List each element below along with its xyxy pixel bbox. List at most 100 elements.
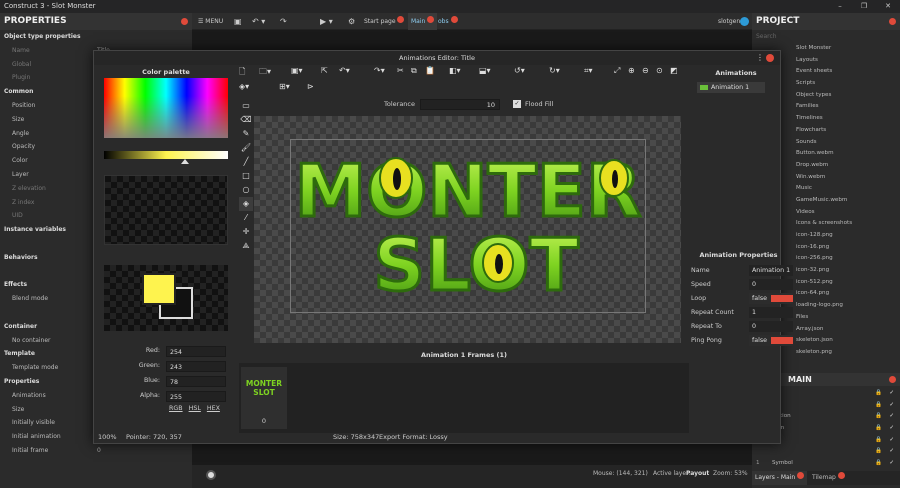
visibility-check-icon[interactable]: ✓ [889,423,894,435]
visibility-check-icon[interactable]: ✓ [889,446,894,458]
swatch-grid[interactable] [104,175,228,245]
lock-icon[interactable]: 🔒 [875,388,882,400]
project-close-icon[interactable] [889,18,896,25]
redo-icon[interactable]: ↷ [280,13,287,30]
boolean-toggle[interactable] [771,337,793,344]
undo-edit-icon[interactable]: ↶▾ [339,66,350,75]
visibility-check-icon[interactable]: ✓ [889,435,894,447]
rgba-input[interactable]: 243 [166,361,226,372]
rotate-right-icon[interactable]: ↻▾ [549,66,560,75]
visibility-check-icon[interactable]: ✓ [889,411,894,423]
line-tool-icon[interactable]: ╱ [239,155,253,169]
paste-icon[interactable]: 📋 [425,66,435,75]
tab-layers-main[interactable]: Layers - Main [752,471,808,485]
property-section[interactable]: Object type properties [0,30,192,44]
anim-prop-value[interactable]: 1 [749,307,793,318]
tolerance-input[interactable]: 10 [420,99,500,110]
visibility-check-icon[interactable]: ✓ [889,458,894,470]
layer-row[interactable]: 1 Symbol 🔒 ✓ [752,458,900,470]
debug-icon[interactable]: ⚙ [348,13,355,30]
property-value[interactable]: 0 [97,444,101,458]
zoom-in-icon[interactable]: ⊕ [628,66,635,75]
record-icon[interactable] [206,470,216,480]
lock-icon[interactable]: 🔒 [875,423,882,435]
lock-icon[interactable]: 🔒 [875,411,882,423]
property-label: Initial frame [12,446,49,454]
anim-prop-value[interactable]: 0 [749,321,793,332]
zoom-fit-icon[interactable]: ⊙ [656,66,663,75]
copy-icon[interactable]: ⧉ [411,66,417,76]
dialog-close-button[interactable] [766,54,774,62]
save-icon[interactable]: ▣ [234,13,242,30]
rgba-label: Blue: [143,377,160,384]
rgba-input[interactable]: 78 [166,376,226,387]
tab-start-page[interactable]: Start page [364,13,405,30]
lock-icon[interactable]: 🔒 [875,446,882,458]
color-spectrum[interactable] [104,78,228,138]
rgba-input[interactable]: 254 [166,346,226,357]
play-icon[interactable]: ▶ ▾ [320,13,333,30]
project-search-input[interactable]: Search [752,30,900,43]
boolean-toggle[interactable] [771,295,793,302]
menu-button[interactable]: ☰ MENU [198,13,223,30]
color-picker-tool-icon[interactable]: ⁄ [239,211,253,225]
image-canvas[interactable]: MONTER SLOT [254,116,681,343]
visibility-check-icon[interactable]: ✓ [889,400,894,412]
save-image-icon[interactable]: ▣▾ [291,66,303,75]
export-icon[interactable]: ⇱ [321,66,328,75]
layers-close-icon[interactable] [889,376,896,383]
flip-vertical-icon[interactable]: ⬓▾ [479,66,491,75]
mesh-tool-icon[interactable]: ⟁ [239,239,253,253]
brightness-slider[interactable] [104,151,228,159]
minimize-button[interactable]: – [828,0,852,13]
close-window-button[interactable]: ✕ [876,0,900,13]
layer-row[interactable]: 🔒 ✓ [752,446,900,458]
primary-color-swatch[interactable] [142,273,176,305]
eraser-tool-icon[interactable]: ⌫ [239,113,253,127]
more-options-icon[interactable]: ⋮ [756,53,764,62]
user-avatar[interactable] [740,17,749,26]
rotate-left-icon[interactable]: ↺▾ [514,66,525,75]
maximize-button[interactable]: ❐ [852,0,876,13]
animation-list-item[interactable]: Animation 1 [697,82,765,93]
pencil-tool-icon[interactable]: ✎ [239,127,253,141]
user-name[interactable]: slotgen [718,13,740,30]
anim-prop-value[interactable]: Animation 1 [749,265,793,276]
select-rect-tool-icon[interactable]: ▭ [239,99,253,113]
rectangle-tool-icon[interactable]: □ [239,169,253,183]
origin-tool-icon[interactable]: ✛ [239,225,253,239]
tab-obs[interactable]: obs [438,13,458,30]
tab-tilemap[interactable]: Tilemap [809,472,845,481]
new-icon[interactable]: 🗋 [239,66,245,80]
properties-close-icon[interactable] [181,18,188,25]
preview-play-icon[interactable]: ⊳ [307,82,314,91]
rgba-input[interactable]: 255 [166,391,226,402]
cut-icon[interactable]: ✂ [397,66,404,75]
flood-fill-checkbox[interactable]: ✓ [513,100,521,108]
crop-icon[interactable]: ⌗▾ [584,66,593,76]
lock-icon[interactable]: 🔒 [875,400,882,412]
redo-edit-icon[interactable]: ↷▾ [374,66,385,75]
brush-tool-icon[interactable]: 🖌 [239,141,253,155]
resize-icon[interactable]: ⤢ [614,66,620,76]
mode-hsl-link[interactable]: HSL [189,405,201,412]
tab-main[interactable]: Main [408,13,438,30]
lock-icon[interactable]: 🔒 [875,435,882,447]
grid-icon[interactable]: ⊞▾ [279,82,290,91]
background-toggle-icon[interactable]: ◩ [670,66,678,75]
brightness-slider-handle[interactable] [181,159,189,164]
mode-rgb-link[interactable]: RGB [169,405,183,412]
lock-icon[interactable]: 🔒 [875,458,882,470]
fill-tool-icon[interactable]: ◈ [239,197,253,211]
ellipse-tool-icon[interactable]: ○ [239,183,253,197]
flip-horizontal-icon[interactable]: ◧▾ [449,66,461,75]
mode-hex-link[interactable]: HEX [207,405,220,412]
visibility-check-icon[interactable]: ✓ [889,388,894,400]
undo-icon[interactable]: ↶ ▾ [252,13,265,30]
open-icon[interactable]: 🗀▾ [259,66,271,80]
zoom-out-icon[interactable]: ⊖ [642,66,649,75]
anim-prop-value[interactable]: 0 [749,279,793,290]
layers-icon[interactable]: ◈▾ [239,82,249,91]
frame-thumbnail[interactable]: MONTER SLOT 0 [241,367,287,429]
property-row[interactable]: Initial frame 0 [0,444,192,458]
